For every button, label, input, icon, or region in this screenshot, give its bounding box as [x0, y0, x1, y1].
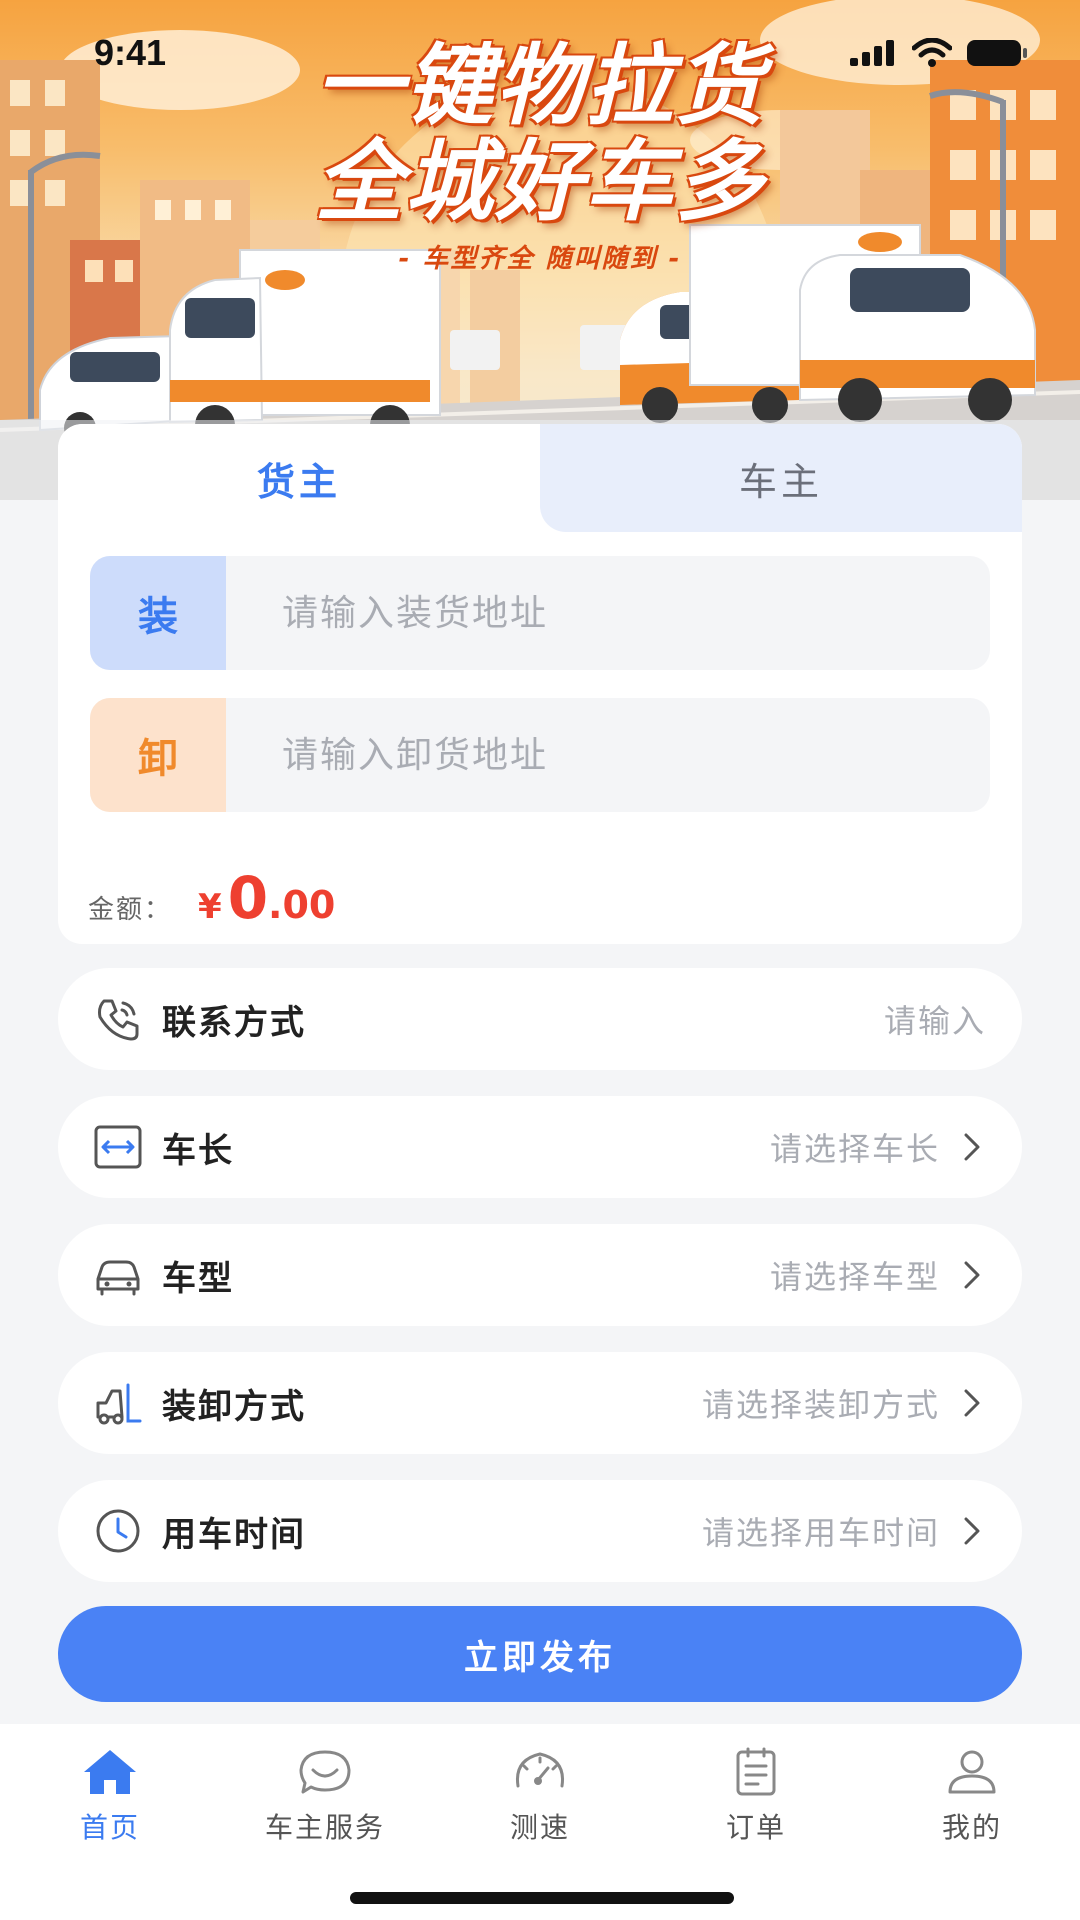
amount-integer: 0	[227, 864, 269, 932]
wifi-icon	[912, 38, 952, 67]
amount-display: 金额： ¥ 0 .00	[88, 864, 335, 932]
order-icon	[724, 1744, 788, 1800]
forklift-icon	[92, 1377, 144, 1429]
nav-label-profile: 我的	[941, 1811, 1002, 1844]
amount-currency: ¥	[198, 887, 222, 927]
tab-driver[interactable]: 车主	[540, 424, 1022, 532]
headline-line-2: 全城好车多	[314, 130, 765, 233]
length-icon	[92, 1121, 144, 1173]
chevron-right-icon	[958, 1127, 986, 1167]
contact-label: 联系方式	[162, 1002, 306, 1043]
role-tabs: 货主 车主	[58, 424, 1022, 532]
contact-value[interactable]: 请输入	[884, 996, 986, 1042]
battery-icon	[967, 40, 1027, 66]
banner-slogan: - 车型齐全 随叫随到 -	[398, 244, 682, 274]
speedometer-icon	[508, 1744, 572, 1800]
load-address-row: 装	[90, 556, 990, 670]
signal-icon	[850, 40, 894, 66]
time-field-row[interactable]: 用车时间 请选择用车时间	[58, 1480, 1022, 1582]
nav-label-speed-test: 测速	[509, 1811, 570, 1844]
status-icons	[848, 38, 1028, 68]
app-screen: 一键物拉货 全城好车多 - 车型齐全 随叫随到 - 9:41 货主 车主 装 请…	[0, 0, 1080, 1920]
nav-label-driver-service: 车主服务	[264, 1811, 385, 1844]
contact-field-row[interactable]: 联系方式 请输入	[58, 968, 1022, 1070]
nav-item-driver-service[interactable]: 车主服务	[245, 1744, 405, 1854]
chevron-right-icon	[958, 1255, 986, 1295]
nav-item-speed-test[interactable]: 测速	[460, 1744, 620, 1854]
nav-item-orders[interactable]: 订单	[676, 1744, 836, 1854]
order-card: 货主 车主 装 卸 金额： ¥ 0 .00	[58, 424, 1022, 944]
nav-item-home[interactable]: 首页	[30, 1744, 190, 1854]
loading-method-field-row[interactable]: 装卸方式 请选择装卸方式	[58, 1352, 1022, 1454]
bottom-nav: 首页 车主服务 测速 订单 我的	[0, 1724, 1080, 1920]
home-icon	[78, 1744, 142, 1800]
load-tag: 装	[90, 556, 226, 670]
car-icon	[92, 1249, 144, 1301]
nav-label-home: 首页	[79, 1811, 140, 1844]
status-bar: 9:41	[0, 0, 1080, 110]
nav-label-orders: 订单	[725, 1811, 786, 1844]
length-label: 车长	[162, 1130, 234, 1171]
status-time: 9:41	[94, 32, 167, 73]
home-indicator	[350, 1892, 734, 1904]
length-value: 请选择车长	[769, 1130, 940, 1168]
load-address-input[interactable]	[226, 556, 990, 670]
type-value: 请选择车型	[769, 1258, 940, 1296]
amount-label: 金额：	[88, 895, 173, 925]
unload-tag: 卸	[90, 698, 226, 812]
tab-shipper[interactable]: 货主	[58, 424, 540, 532]
type-field-row[interactable]: 车型 请选择车型	[58, 1224, 1022, 1326]
time-label: 用车时间	[162, 1514, 306, 1555]
loading-method-value: 请选择装卸方式	[701, 1386, 940, 1424]
publish-button[interactable]: 立即发布	[58, 1606, 1022, 1702]
chevron-right-icon	[958, 1511, 986, 1551]
amount-decimal: .00	[268, 883, 336, 927]
chat-icon	[293, 1744, 357, 1800]
length-field-row[interactable]: 车长 请选择车长	[58, 1096, 1022, 1198]
clock-icon	[92, 1505, 144, 1557]
loading-method-label: 装卸方式	[162, 1386, 306, 1427]
nav-item-profile[interactable]: 我的	[892, 1744, 1052, 1854]
type-label: 车型	[162, 1258, 234, 1299]
user-icon	[940, 1744, 1004, 1800]
phone-icon	[92, 993, 144, 1045]
chevron-right-icon	[958, 1383, 986, 1423]
unload-address-input[interactable]	[226, 698, 990, 812]
unload-address-row: 卸	[90, 698, 990, 812]
time-value: 请选择用车时间	[701, 1514, 940, 1552]
